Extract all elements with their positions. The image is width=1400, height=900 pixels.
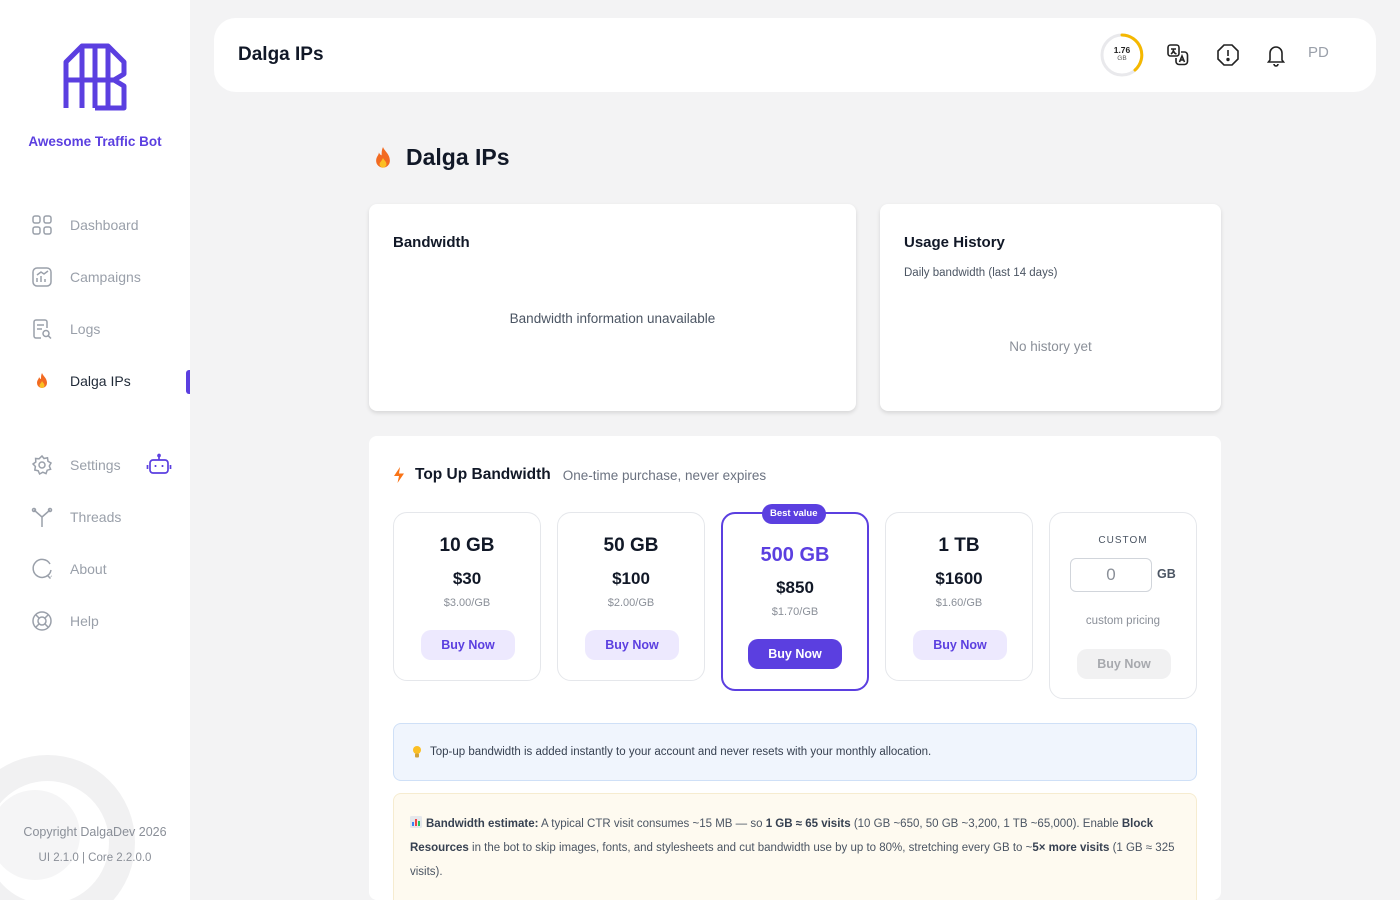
sidebar-item-help[interactable]: Help <box>30 607 99 635</box>
sidebar-item-label: Dalga IPs <box>70 373 131 389</box>
bandwidth-title: Bandwidth <box>393 234 470 251</box>
sidebar-item-label: About <box>70 561 107 577</box>
bell-icon[interactable] <box>1264 43 1288 67</box>
bandwidth-message: Bandwidth information unavailable <box>509 311 716 326</box>
sidebar-item-dashboard[interactable]: Dashboard <box>30 211 139 239</box>
usage-history-title: Usage History <box>904 234 1005 251</box>
custom-pricing-note: custom pricing <box>1085 615 1161 627</box>
plan-price-per-gb: $1.70/GB <box>771 606 819 618</box>
plan-card-1tb[interactable]: 1 TB $1600 $1.60/GB Buy Now <box>885 512 1033 681</box>
usage-history-subtitle: Daily bandwidth (last 14 days) <box>904 267 1058 279</box>
bandwidth-card: Bandwidth Bandwidth information unavaila… <box>369 204 856 411</box>
sidebar-item-label: Dashboard <box>70 217 139 233</box>
robot-icon[interactable] <box>146 453 172 477</box>
plan-price: $100 <box>612 569 650 588</box>
avatar[interactable]: PD <box>1308 44 1329 61</box>
plan-card-10gb[interactable]: 10 GB $30 $3.00/GB Buy Now <box>393 512 541 681</box>
usage-unit: GB <box>1117 55 1127 62</box>
plan-card-custom: CUSTOM GB custom pricing Buy Now <box>1049 512 1197 699</box>
buy-now-button[interactable]: Buy Now <box>748 639 842 669</box>
copyright-text: Copyright DalgaDev 2026 <box>23 825 167 839</box>
gear-icon <box>30 453 54 477</box>
version-text: UI 2.1.0 | Core 2.2.0.0 <box>38 852 152 864</box>
topup-info-box: Top-up bandwidth is added instantly to y… <box>393 723 1197 781</box>
plan-card-50gb[interactable]: 50 GB $100 $2.00/GB Buy Now <box>557 512 705 681</box>
topup-title: Top Up Bandwidth <box>415 466 551 483</box>
threads-icon <box>30 505 54 529</box>
plan-card-500gb[interactable]: Best value 500 GB $850 $1.70/GB Buy Now <box>721 504 869 691</box>
page-title: Dalga IPs <box>372 144 510 171</box>
bandwidth-usage-ring[interactable]: 1.76 GB <box>1099 32 1145 78</box>
sidebar-item-label: Campaigns <box>70 269 141 285</box>
app-logo[interactable] <box>62 40 128 112</box>
custom-buy-now-button[interactable]: Buy Now <box>1077 649 1171 679</box>
sidebar-item-threads[interactable]: Threads <box>30 503 121 531</box>
sidebar-item-settings[interactable]: Settings <box>30 451 121 479</box>
flame-icon <box>376 146 390 168</box>
campaigns-icon <box>30 265 54 289</box>
estimate-strong: 5× more visits <box>1032 842 1110 854</box>
usage-history-message: No history yet <box>1009 339 1092 354</box>
usage-history-card: Usage History Daily bandwidth (last 14 d… <box>880 204 1221 411</box>
plan-price-per-gb: $3.00/GB <box>443 597 491 609</box>
custom-unit: GB <box>1157 567 1176 581</box>
lightbulb-icon <box>413 746 421 758</box>
custom-label: CUSTOM <box>1098 535 1148 546</box>
alert-icon[interactable] <box>1216 43 1240 67</box>
topup-info-text: Top-up bandwidth is added instantly to y… <box>430 746 932 758</box>
estimate-strong: 1 GB ≈ 65 visits <box>765 818 851 830</box>
sidebar-item-label: Help <box>70 613 99 629</box>
estimate-text: A typical CTR visit consumes ~15 MB — so <box>541 818 763 830</box>
dashboard-icon <box>30 213 54 237</box>
logs-icon <box>30 317 54 341</box>
plan-price: $850 <box>776 578 814 597</box>
chart-icon <box>410 816 422 828</box>
topup-subtitle: One-time purchase, never expires <box>562 467 767 483</box>
about-icon <box>30 557 54 581</box>
plan-price-per-gb: $1.60/GB <box>935 597 983 609</box>
bandwidth-estimate-box: Bandwidth estimate: A typical CTR visit … <box>393 793 1197 900</box>
sidebar-item-label: Logs <box>70 321 101 337</box>
topup-header: Top Up Bandwidth One-time purchase, neve… <box>393 466 766 484</box>
header-title: Dalga IPs <box>238 44 324 65</box>
buy-now-button[interactable]: Buy Now <box>421 630 515 660</box>
sidebar-item-about[interactable]: About <box>30 555 107 583</box>
sidebar-item-logs[interactable]: Logs <box>30 315 100 343</box>
sidebar-item-label: Settings <box>70 457 121 473</box>
custom-gb-input[interactable] <box>1070 558 1152 592</box>
plan-size: 1 TB <box>938 535 980 556</box>
estimate-text: in the bot to skip images, fonts, and st… <box>472 842 1033 854</box>
lightning-icon <box>394 467 404 483</box>
plan-size: 500 GB <box>760 544 830 566</box>
plan-size: 10 GB <box>439 535 495 556</box>
plan-price-per-gb: $2.00/GB <box>607 597 655 609</box>
best-value-badge: Best value <box>762 504 826 524</box>
plan-price: $1600 <box>935 569 983 588</box>
sidebar-item-label: Threads <box>70 509 122 525</box>
buy-now-button[interactable]: Buy Now <box>913 630 1007 660</box>
estimate-label: Bandwidth estimate: <box>426 818 539 830</box>
sidebar: Awesome Traffic Bot Dashboard Campaigns … <box>0 0 190 900</box>
brand-name: Awesome Traffic Bot <box>28 134 162 149</box>
estimate-text: (10 GB ~650, 50 GB ~3,200, 1 TB ~65,000)… <box>853 818 1119 830</box>
plan-price: $30 <box>452 569 482 588</box>
buy-now-button[interactable]: Buy Now <box>585 630 679 660</box>
translate-icon[interactable] <box>1166 43 1190 67</box>
active-indicator <box>186 370 190 394</box>
sidebar-item-campaigns[interactable]: Campaigns <box>30 263 141 291</box>
flame-icon <box>30 369 54 393</box>
usage-value: 1.76 <box>1113 45 1131 55</box>
lifebuoy-icon <box>30 609 54 633</box>
page-title-text: Dalga IPs <box>406 144 510 170</box>
topup-card: Top Up Bandwidth One-time purchase, neve… <box>369 436 1221 900</box>
plan-size: 50 GB <box>603 535 659 556</box>
top-header: Dalga IPs 1.76 GB PD <box>214 18 1376 92</box>
sidebar-item-dalga-ips[interactable]: Dalga IPs <box>30 367 131 395</box>
